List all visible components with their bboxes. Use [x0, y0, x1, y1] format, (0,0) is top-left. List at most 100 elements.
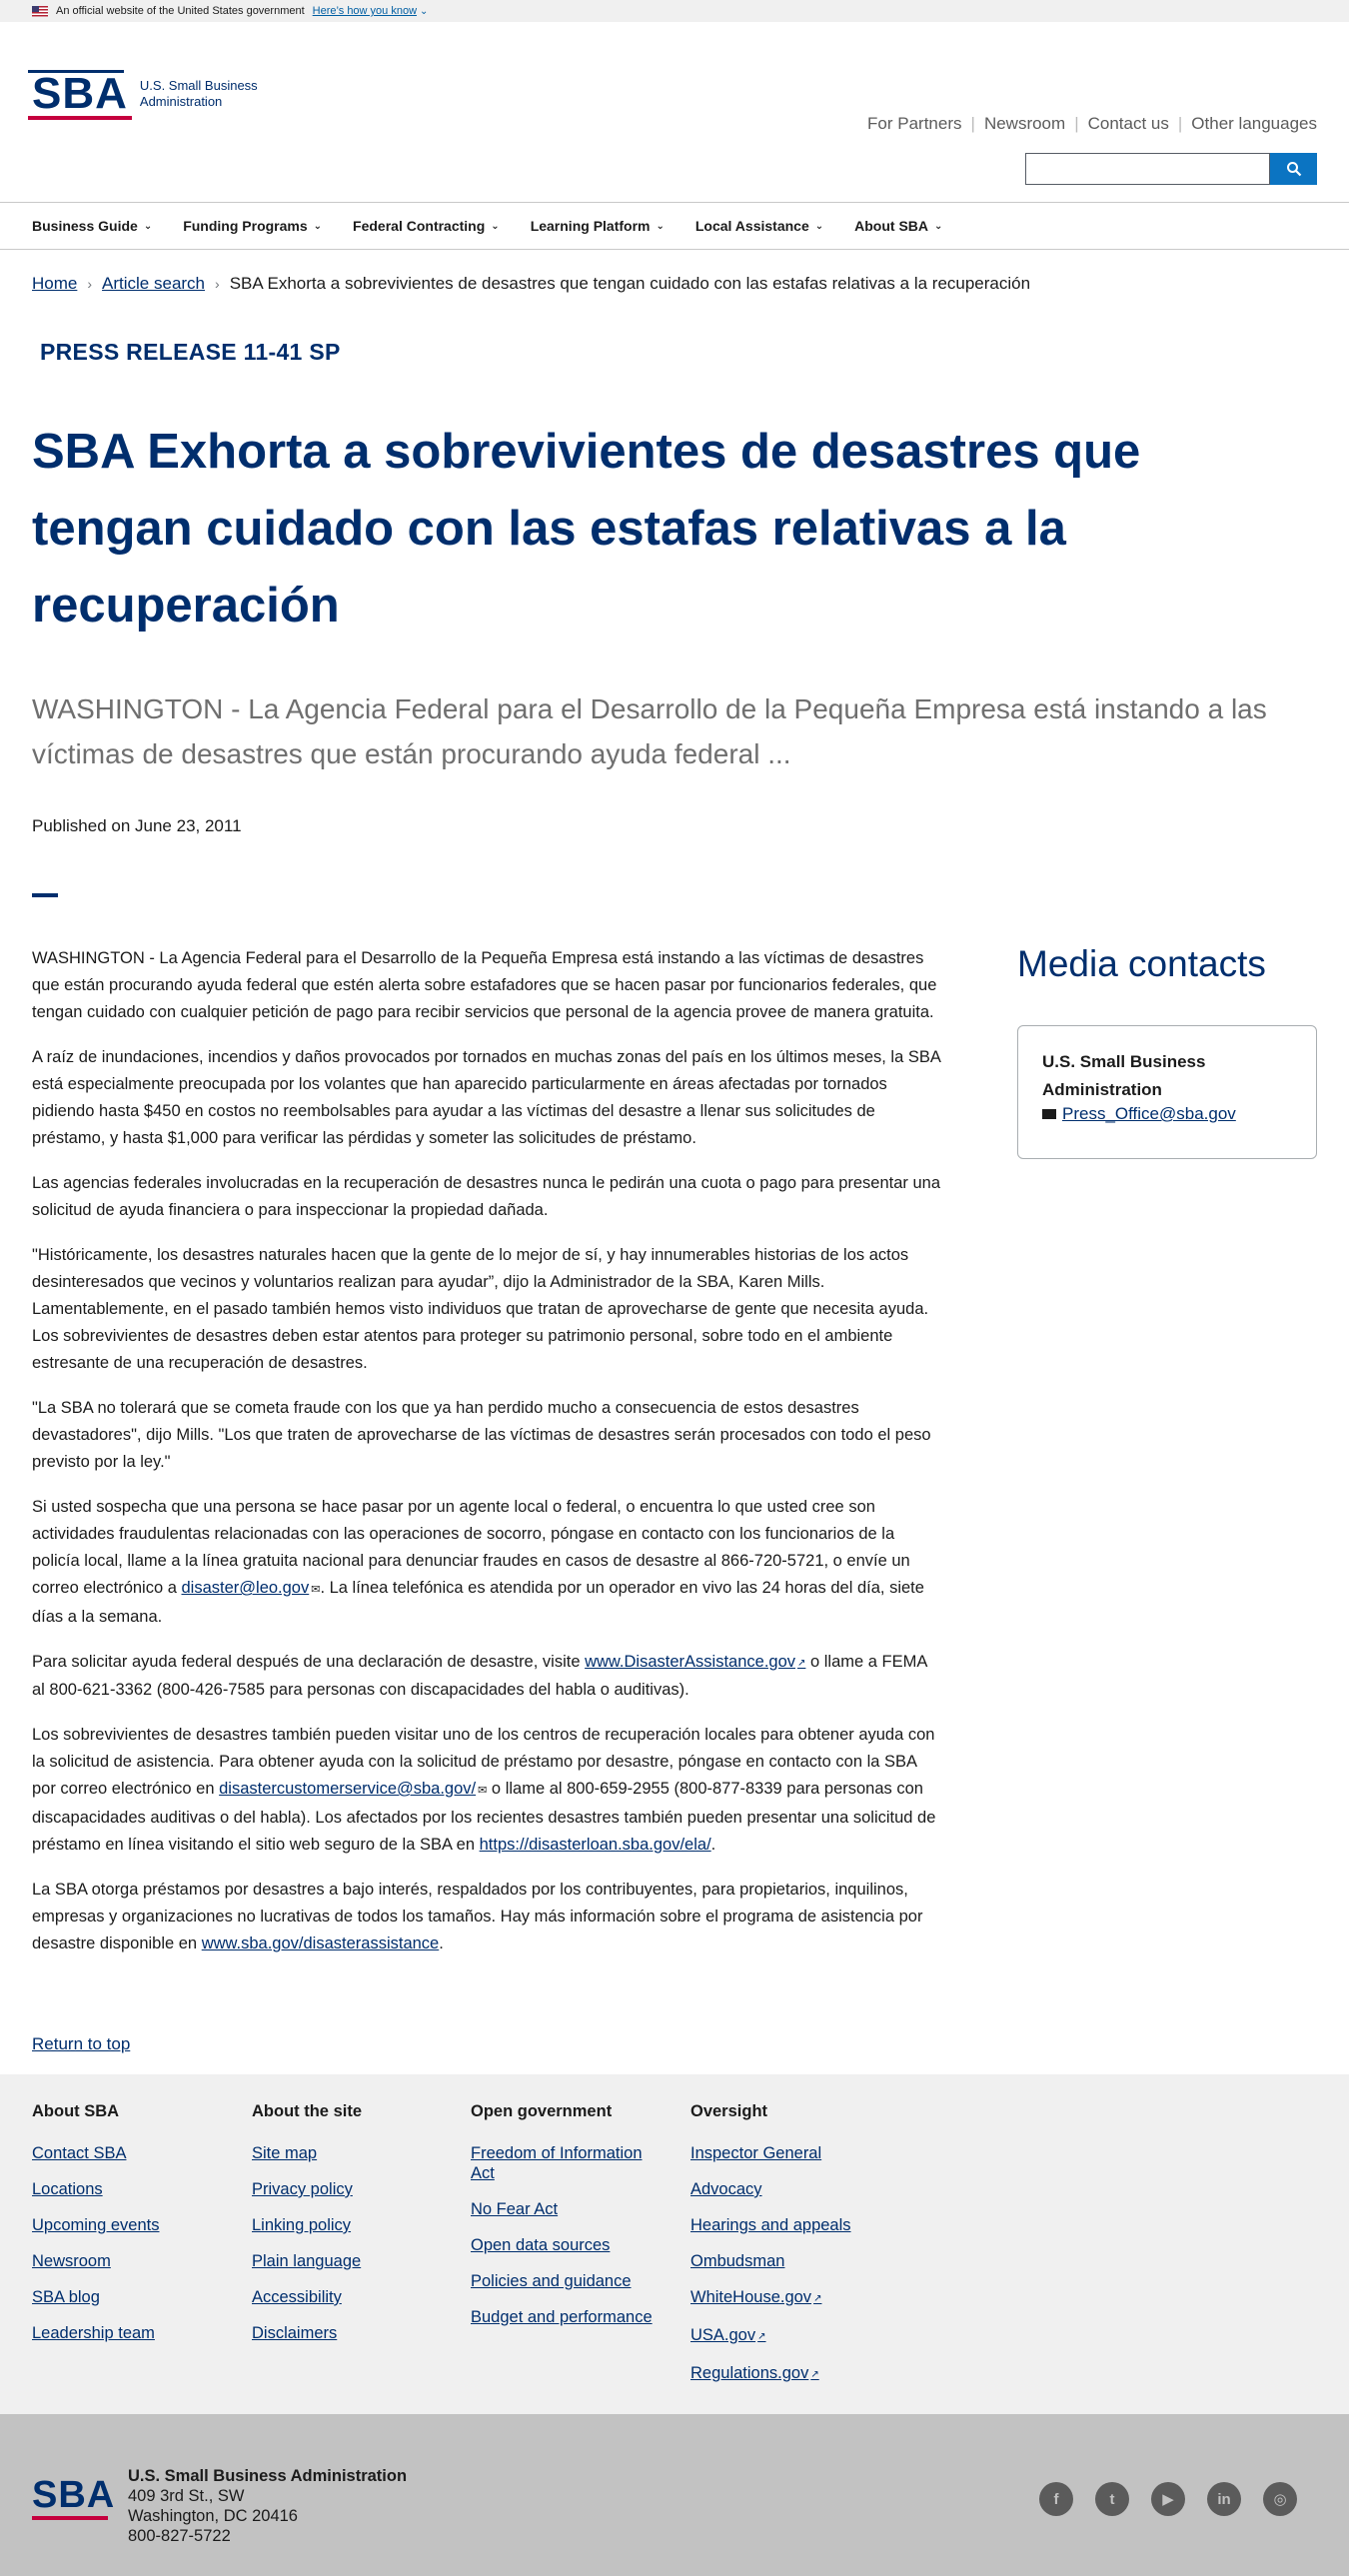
nav-business-guide[interactable]: Business Guide ⌄	[32, 218, 152, 234]
gov-banner-text: An official website of the United States…	[56, 5, 305, 17]
disaster-email-link[interactable]: disaster@leo.gov	[182, 1579, 310, 1597]
contact-org: U.S. Small Business Administration	[1042, 1052, 1206, 1099]
breadcrumb-article-search[interactable]: Article search	[102, 274, 205, 294]
footer-link[interactable]: No Fear Act	[471, 2199, 661, 2219]
customer-service-email-link[interactable]: disastercustomerservice@sba.gov/	[219, 1780, 476, 1798]
paragraph: Los sobrevivientes de desastres también …	[32, 1726, 936, 1854]
chevron-down-icon: ⌄	[934, 220, 943, 232]
breadcrumb: Home › Article search › SBA Exhorta a so…	[32, 274, 1349, 294]
footer-link[interactable]: Advocacy	[690, 2179, 880, 2199]
footer-link[interactable]: Plain language	[252, 2251, 442, 2271]
footer-link[interactable]: Linking policy	[252, 2215, 442, 2235]
return-to-top-wrap: Return to top	[32, 2034, 1349, 2054]
chevron-down-icon: ⌄	[143, 220, 153, 232]
nav-learning-platform[interactable]: Learning Platform ⌄	[531, 218, 665, 234]
paragraph: Si usted sospecha que una persona se hac…	[32, 1498, 924, 1626]
sba-logo-text: U.S. Small Business Administration	[139, 78, 258, 109]
footer-link[interactable]: Regulations.gov	[690, 2363, 880, 2385]
footer-link[interactable]: Leadership team	[32, 2323, 222, 2343]
mail-icon: ✉	[478, 1785, 488, 1797]
footer-link[interactable]: Upcoming events	[32, 2215, 222, 2235]
accent-divider	[32, 893, 58, 897]
disasterassistance-sba-link[interactable]: www.sba.gov/disasterassistance	[202, 1934, 440, 1952]
footer-address: U.S. Small Business Administration 409 3…	[128, 2467, 408, 2545]
footer-heading: About SBA	[32, 2102, 120, 2120]
footer-link[interactable]: Open data sources	[471, 2235, 661, 2255]
social-links: f t ▶ in ◎	[1017, 2482, 1297, 2516]
footer-link[interactable]: Locations	[32, 2179, 222, 2199]
footer-link[interactable]: WhiteHouse.gov	[690, 2287, 880, 2309]
for-partners-link[interactable]: For Partners	[867, 114, 961, 134]
search-icon	[1286, 162, 1301, 177]
footer-link[interactable]: Policies and guidance	[471, 2271, 661, 2291]
disasterassistance-link[interactable]: www.DisasterAssistance.gov	[585, 1653, 805, 1671]
other-languages-link[interactable]: Other languages	[1191, 114, 1317, 134]
footer-link[interactable]: Hearings and appeals	[690, 2215, 880, 2235]
contact-email-row: Press_Office@sba.gov	[1042, 1104, 1292, 1124]
footer-link[interactable]: Privacy policy	[252, 2179, 442, 2199]
footer-link[interactable]: Ombudsman	[690, 2251, 880, 2271]
footer-link[interactable]: Accessibility	[252, 2287, 442, 2307]
paragraph: "Históricamente, los desastres naturales…	[32, 1246, 929, 1372]
media-contacts: Media contacts U.S. Small Business Admin…	[1017, 943, 1317, 1159]
footer-link[interactable]: Site map	[252, 2143, 442, 2163]
press-release-label: PRESS RELEASE 11-41 SP	[40, 339, 341, 365]
paragraph: WASHINGTON - La Agencia Federal para el …	[32, 949, 937, 1021]
twitter-icon[interactable]: t	[1095, 2482, 1129, 2516]
nav-funding-programs[interactable]: Funding Programs ⌄	[183, 218, 322, 234]
footer-col-open-government: Open government Freedom of Information A…	[471, 2102, 661, 2343]
published-date: Published on June 23, 2011	[32, 816, 242, 835]
chevron-down-icon: ⌄	[420, 5, 429, 17]
footer-link[interactable]: Newsroom	[32, 2251, 222, 2271]
footer-col-about-site: About the site Site map Privacy policy L…	[252, 2102, 442, 2359]
footer-link[interactable]: Freedom of Information Act	[471, 2143, 661, 2183]
footer-heading: About the site	[252, 2102, 362, 2120]
footer-link[interactable]: Budget and performance	[471, 2307, 661, 2327]
envelope-icon	[1042, 1109, 1056, 1119]
footer-link[interactable]: USA.gov	[690, 2325, 880, 2347]
footer-link[interactable]: SBA blog	[32, 2287, 222, 2307]
chevron-down-icon: ⌄	[656, 220, 665, 232]
paragraph: A raíz de inundaciones, incendios y daño…	[32, 1048, 940, 1147]
contact-us-link[interactable]: Contact us	[1088, 114, 1169, 134]
chevron-down-icon: ⌄	[491, 220, 500, 232]
return-to-top-link[interactable]: Return to top	[32, 2034, 130, 2053]
nav-local-assistance[interactable]: Local Assistance ⌄	[695, 218, 823, 234]
footer-col-oversight: Oversight Inspector General Advocacy Hea…	[690, 2102, 880, 2401]
sba-logo-mark: SBA	[28, 70, 132, 120]
newsroom-link[interactable]: Newsroom	[984, 114, 1065, 134]
footer-link[interactable]: Disclaimers	[252, 2323, 442, 2343]
disasterloan-link[interactable]: https://disasterloan.sba.gov/ela/	[480, 1836, 711, 1854]
footer-link[interactable]: Inspector General	[690, 2143, 880, 2163]
heres-how-you-know-link[interactable]: Here’s how you know	[313, 5, 417, 17]
facebook-icon[interactable]: f	[1039, 2482, 1073, 2516]
search-button[interactable]	[1270, 153, 1317, 185]
main-nav: Business Guide ⌄ Funding Programs ⌄ Federa…	[0, 202, 1349, 250]
instagram-icon[interactable]: ◎	[1263, 2482, 1297, 2516]
press-office-email-link[interactable]: Press_Office@sba.gov	[1062, 1104, 1236, 1124]
paragraph: La SBA otorga préstamos por desastres a …	[32, 1881, 923, 1952]
nav-about-sba[interactable]: About SBA ⌄	[854, 218, 942, 234]
youtube-icon[interactable]: ▶	[1151, 2482, 1185, 2516]
article-body: WASHINGTON - La Agencia Federal para el …	[32, 945, 941, 1975]
contact-card: U.S. Small Business Administration Press…	[1017, 1025, 1317, 1159]
footer-col-about-sba: About SBA Contact SBA Locations Upcoming…	[32, 2102, 222, 2359]
content-area: WASHINGTON - La Agencia Federal para el …	[0, 943, 1349, 1975]
breadcrumb-current: SBA Exhorta a sobrevivientes de desastre…	[229, 274, 1031, 293]
utility-links: For Partners | Newsroom | Contact us | O…	[867, 114, 1317, 134]
sba-footer-logo[interactable]: SBA	[32, 2464, 114, 2526]
paragraph: "La SBA no tolerará que se cometa fraude…	[32, 1399, 931, 1471]
search-input[interactable]	[1025, 153, 1270, 185]
linkedin-icon[interactable]: in	[1207, 2482, 1241, 2516]
footer-heading: Oversight	[690, 2102, 768, 2120]
footer-link[interactable]: Contact SBA	[32, 2143, 222, 2163]
footer-heading: Open government	[471, 2102, 613, 2120]
breadcrumb-home[interactable]: Home	[32, 274, 77, 294]
sba-logo[interactable]: SBA U.S. Small Business Administration	[28, 70, 258, 120]
nav-federal-contracting[interactable]: Federal Contracting ⌄	[353, 218, 500, 234]
footer-bottom: SBA U.S. Small Business Administration 4…	[0, 2414, 1349, 2576]
paragraph: Las agencias federales involucradas en l…	[32, 1174, 941, 1219]
page-title: SBA Exhorta a sobrevivientes de desastre…	[32, 425, 1141, 633]
chevron-right-icon: ›	[87, 276, 93, 292]
search-form	[1025, 153, 1317, 185]
